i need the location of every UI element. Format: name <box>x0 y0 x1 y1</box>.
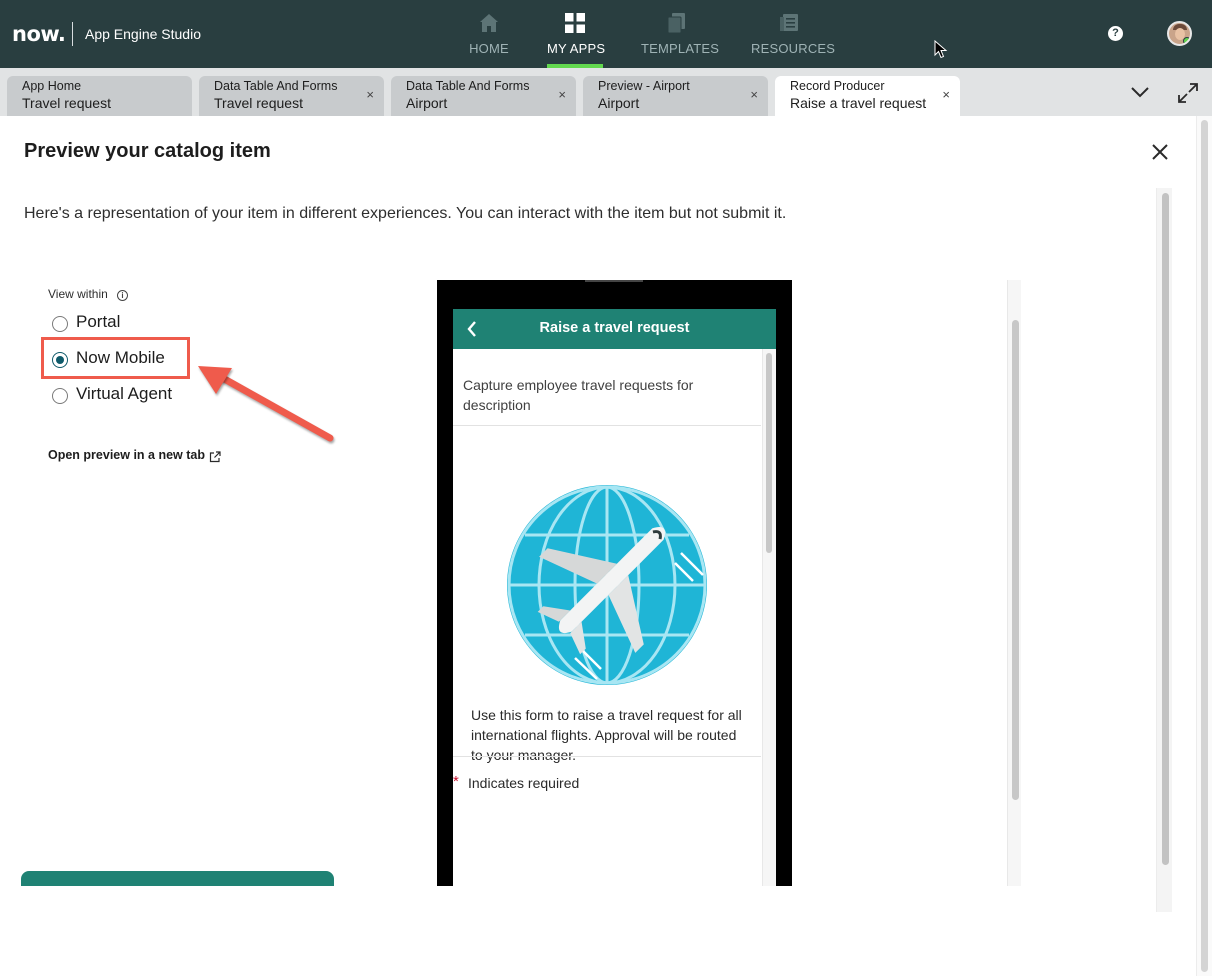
radio-button[interactable] <box>52 316 68 332</box>
tab-preview-airport[interactable]: Preview - Airport Airport × <box>583 76 768 116</box>
tab-close-icon[interactable]: × <box>366 88 374 102</box>
tab-data-table-airport[interactable]: Data Table And Forms Airport × <box>391 76 576 116</box>
view-within-label: View within <box>48 287 108 301</box>
divider <box>453 756 761 757</box>
page-title: Preview your catalog item <box>24 140 271 162</box>
logo-divider <box>72 22 73 46</box>
tab-close-icon[interactable]: × <box>558 88 566 102</box>
mouse-cursor-icon <box>934 40 948 59</box>
divider <box>453 425 761 426</box>
external-link-icon[interactable] <box>209 451 221 463</box>
annotation-highlight-box <box>41 337 190 379</box>
annotation-arrow-icon <box>198 366 334 442</box>
mobile-header-title: Raise a travel request <box>539 320 690 336</box>
nav-resources-label: RESOURCES <box>751 41 836 56</box>
user-avatar[interactable] <box>1167 21 1192 46</box>
radio-button[interactable] <box>52 388 68 404</box>
nav-templates[interactable]: TEMPLATES <box>641 0 720 68</box>
nav-templates-label: TEMPLATES <box>641 41 720 56</box>
mobile-scrollbar-thumb[interactable] <box>766 353 772 553</box>
page-description: Here's a representation of your item in … <box>24 205 787 222</box>
nav-my-apps-label: MY APPS <box>547 41 606 56</box>
mobile-device-frame: Raise a travel request Capture employee … <box>437 280 792 886</box>
tab-title: Preview - Airport <box>598 79 690 93</box>
open-preview-link[interactable]: Open preview in a new tab <box>48 448 205 462</box>
expand-icon[interactable] <box>1177 82 1199 104</box>
item-short-description: Capture employee travel requests for des… <box>463 377 694 413</box>
mobile-header: Raise a travel request <box>453 309 776 349</box>
online-status-indicator <box>1183 37 1190 44</box>
mobile-scrollbar[interactable] <box>762 349 776 886</box>
tab-title: Data Table And Forms <box>214 79 338 93</box>
globe-airplane-icon <box>507 485 707 685</box>
tab-title: App Home <box>22 79 82 93</box>
close-icon[interactable] <box>1150 142 1170 162</box>
content-scrollbar-thumb[interactable] <box>1162 193 1169 865</box>
info-icon[interactable]: i <box>117 290 128 301</box>
preview-scrollbar[interactable] <box>1007 280 1021 886</box>
resources-icon <box>780 14 798 31</box>
tab-data-table-travel-request[interactable]: Data Table And Forms Travel request × <box>199 76 384 116</box>
tab-subtitle: Travel request <box>214 95 303 111</box>
tab-title: Record Producer <box>790 79 885 93</box>
radio-label[interactable]: Portal <box>76 312 120 332</box>
device-notch <box>585 280 643 282</box>
tab-title: Data Table And Forms <box>406 79 530 93</box>
preview-clip-area <box>0 886 1150 976</box>
tab-close-icon[interactable]: × <box>750 88 758 102</box>
home-icon <box>480 14 498 32</box>
tab-close-icon[interactable]: × <box>942 88 950 102</box>
tab-app-home[interactable]: App Home Travel request <box>7 76 192 116</box>
preview-scrollbar-thumb[interactable] <box>1012 320 1019 800</box>
nav-home[interactable]: HOME <box>466 0 512 68</box>
page-scrollbar-thumb[interactable] <box>1201 120 1208 972</box>
nav-my-apps[interactable]: MY APPS <box>547 0 606 68</box>
nav-resources[interactable]: RESOURCES <box>751 0 836 68</box>
required-marker: * <box>453 773 459 790</box>
top-navigation-bar: now. App Engine Studio HOME MY APPS TEMP… <box>0 0 1212 68</box>
tab-subtitle: Airport <box>598 95 640 111</box>
tab-subtitle: Travel request <box>22 95 111 111</box>
tab-record-producer[interactable]: Record Producer Raise a travel request × <box>775 76 960 116</box>
page-scrollbar[interactable] <box>1196 116 1212 976</box>
content-scrollbar[interactable] <box>1156 188 1172 912</box>
help-icon[interactable]: ? <box>1108 26 1123 41</box>
app-name[interactable]: App Engine Studio <box>85 26 201 42</box>
chevron-down-icon[interactable] <box>1130 84 1150 100</box>
radio-label[interactable]: Virtual Agent <box>76 384 172 404</box>
tab-strip: App Home Travel request Data Table And F… <box>0 68 1212 116</box>
templates-icon <box>667 13 685 34</box>
nav-home-label: HOME <box>469 41 509 56</box>
mobile-screen: Raise a travel request Capture employee … <box>453 309 776 886</box>
servicenow-logo[interactable]: now. <box>12 22 66 46</box>
required-indicator-text: Indicates required <box>468 775 580 791</box>
grid-icon <box>565 13 585 33</box>
tab-subtitle: Raise a travel request <box>790 95 927 111</box>
tab-subtitle: Airport <box>406 95 448 111</box>
